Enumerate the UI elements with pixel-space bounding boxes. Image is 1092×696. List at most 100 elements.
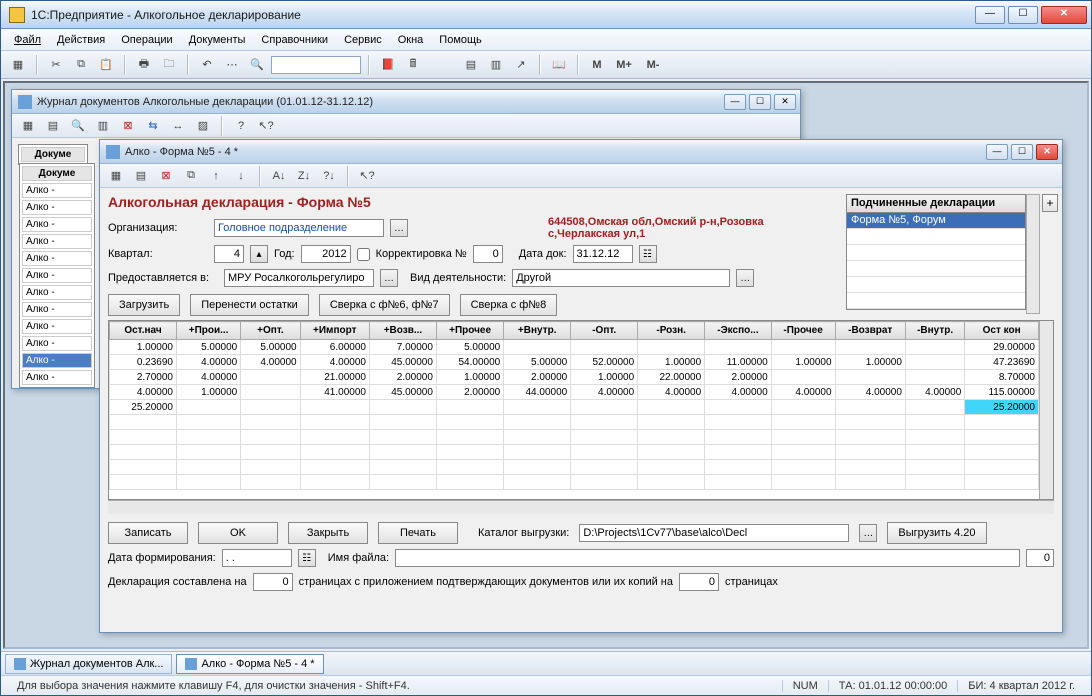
print-button[interactable]: Печать [378, 522, 458, 544]
table-cell[interactable]: 52.00000 [571, 355, 638, 370]
minimize-button[interactable]: — [975, 6, 1005, 24]
close-button[interactable]: ✕ [1041, 6, 1087, 24]
table-column-header[interactable]: -Опт. [571, 322, 638, 340]
menu-operations[interactable]: Операции [114, 32, 179, 48]
calendar-icon[interactable]: 🗀 [158, 54, 180, 76]
sub-decl-scrollbar[interactable] [1026, 194, 1040, 314]
table-cell[interactable]: 1.00000 [638, 355, 705, 370]
tb-icon[interactable]: ▥ [92, 115, 114, 137]
table-cell[interactable] [369, 445, 436, 460]
table-cell[interactable] [965, 460, 1039, 475]
table-cell[interactable]: 1.00000 [110, 340, 177, 355]
table-cell[interactable]: 4.00000 [300, 355, 369, 370]
data-table[interactable]: Ост.нач+Прои...+Опт.+Импорт+Возв...+Проч… [109, 321, 1039, 490]
table-cell[interactable] [241, 370, 300, 385]
table-column-header[interactable]: +Опт. [241, 322, 300, 340]
table-cell[interactable] [241, 400, 300, 415]
sub-declarations-list[interactable]: Подчиненные декларации Форма №5, Форум [846, 194, 1026, 310]
table-cell[interactable]: 47.23690 [965, 355, 1039, 370]
table-cell[interactable] [638, 475, 705, 490]
journal-row[interactable]: Алко - [22, 336, 92, 351]
menu-windows[interactable]: Окна [391, 32, 431, 48]
check67-button[interactable]: Сверка с ф№6, ф№7 [319, 294, 450, 316]
table-cell[interactable] [905, 340, 964, 355]
decl-pages2-input[interactable]: 0 [679, 573, 719, 591]
find-combo[interactable] [271, 56, 361, 74]
table-cell[interactable] [771, 400, 835, 415]
journal-row[interactable]: Алко - [22, 251, 92, 266]
write-button[interactable]: Записать [108, 522, 188, 544]
table-cell[interactable]: 2.00000 [369, 370, 436, 385]
table-column-header[interactable]: +Внутр. [504, 322, 571, 340]
journal-row[interactable]: Алко - [22, 302, 92, 317]
upload-button[interactable]: Выгрузить 4.20 [887, 522, 986, 544]
date-doc-picker[interactable]: ☷ [639, 245, 657, 263]
table-cell[interactable] [369, 460, 436, 475]
table-cell[interactable] [436, 475, 503, 490]
ledger1-icon[interactable]: ▤ [460, 54, 482, 76]
journal-row[interactable]: Алко - [22, 285, 92, 300]
journal-minimize-button[interactable]: — [724, 94, 746, 110]
table-column-header[interactable]: +Возв... [369, 322, 436, 340]
table-cell[interactable] [241, 430, 300, 445]
table-cell[interactable] [705, 475, 772, 490]
journal-maximize-button[interactable]: ☐ [749, 94, 771, 110]
table-cell[interactable] [369, 430, 436, 445]
journal-row[interactable]: Алко - [22, 234, 92, 249]
table-cell[interactable] [905, 445, 964, 460]
table-cell[interactable] [300, 475, 369, 490]
table-cell[interactable]: 5.00000 [241, 340, 300, 355]
ledger2-icon[interactable]: ▥ [485, 54, 507, 76]
table-cell[interactable] [110, 445, 177, 460]
m-button[interactable]: M [586, 54, 608, 76]
task-journal-button[interactable]: Журнал документов Алк... [5, 654, 172, 674]
table-cell[interactable]: 41.00000 [300, 385, 369, 400]
journal-row[interactable]: Алко - [22, 217, 92, 232]
table-cell[interactable] [436, 430, 503, 445]
form-minimize-button[interactable]: — [986, 144, 1008, 160]
table-cell[interactable]: 25.20000 [110, 400, 177, 415]
table-cell[interactable] [436, 445, 503, 460]
table-cell[interactable]: 8.70000 [965, 370, 1039, 385]
table-cell[interactable]: 4.00000 [110, 385, 177, 400]
table-cell[interactable] [571, 400, 638, 415]
table-cell[interactable] [300, 445, 369, 460]
table-cell[interactable] [369, 475, 436, 490]
table-cell[interactable]: 29.00000 [965, 340, 1039, 355]
table-cell[interactable] [110, 475, 177, 490]
sub-decl-item[interactable] [847, 245, 1025, 261]
table-cell[interactable]: 5.00000 [176, 340, 240, 355]
table-cell[interactable] [504, 475, 571, 490]
table-cell[interactable] [110, 460, 177, 475]
table-cell[interactable] [369, 400, 436, 415]
table-cell[interactable] [436, 400, 503, 415]
table-cell[interactable]: 1.00000 [436, 370, 503, 385]
table-cell[interactable] [571, 340, 638, 355]
cut-icon[interactable]: ✂ [45, 54, 67, 76]
tb-up-icon[interactable]: ↑ [205, 165, 227, 187]
table-cell[interactable]: 21.00000 [300, 370, 369, 385]
table-cell[interactable]: 11.00000 [705, 355, 772, 370]
table-cell[interactable]: 0.23690 [110, 355, 177, 370]
table-cell[interactable] [176, 400, 240, 415]
table-cell[interactable] [771, 370, 835, 385]
table-cell[interactable]: 22.00000 [638, 370, 705, 385]
book-icon[interactable]: 📕 [377, 54, 399, 76]
table-cell[interactable] [241, 415, 300, 430]
transfer-button[interactable]: Перенести остатки [190, 294, 309, 316]
table-cell[interactable] [835, 460, 905, 475]
table-column-header[interactable]: +Прочее [436, 322, 503, 340]
table-cell[interactable] [835, 475, 905, 490]
table-cell[interactable] [300, 460, 369, 475]
tb-icon[interactable]: ▤ [42, 115, 64, 137]
table-cell[interactable] [504, 415, 571, 430]
table-cell[interactable]: 4.00000 [705, 385, 772, 400]
table-cell[interactable] [705, 460, 772, 475]
table-cell[interactable]: 2.00000 [436, 385, 503, 400]
table-cell[interactable] [835, 430, 905, 445]
find-icon[interactable]: 🔍 [246, 54, 268, 76]
date-doc-input[interactable]: 31.12.12 [573, 245, 633, 263]
form-date-picker[interactable]: ☷ [298, 549, 316, 567]
provided-pick-button[interactable]: … [380, 269, 398, 287]
table-cell[interactable] [705, 415, 772, 430]
